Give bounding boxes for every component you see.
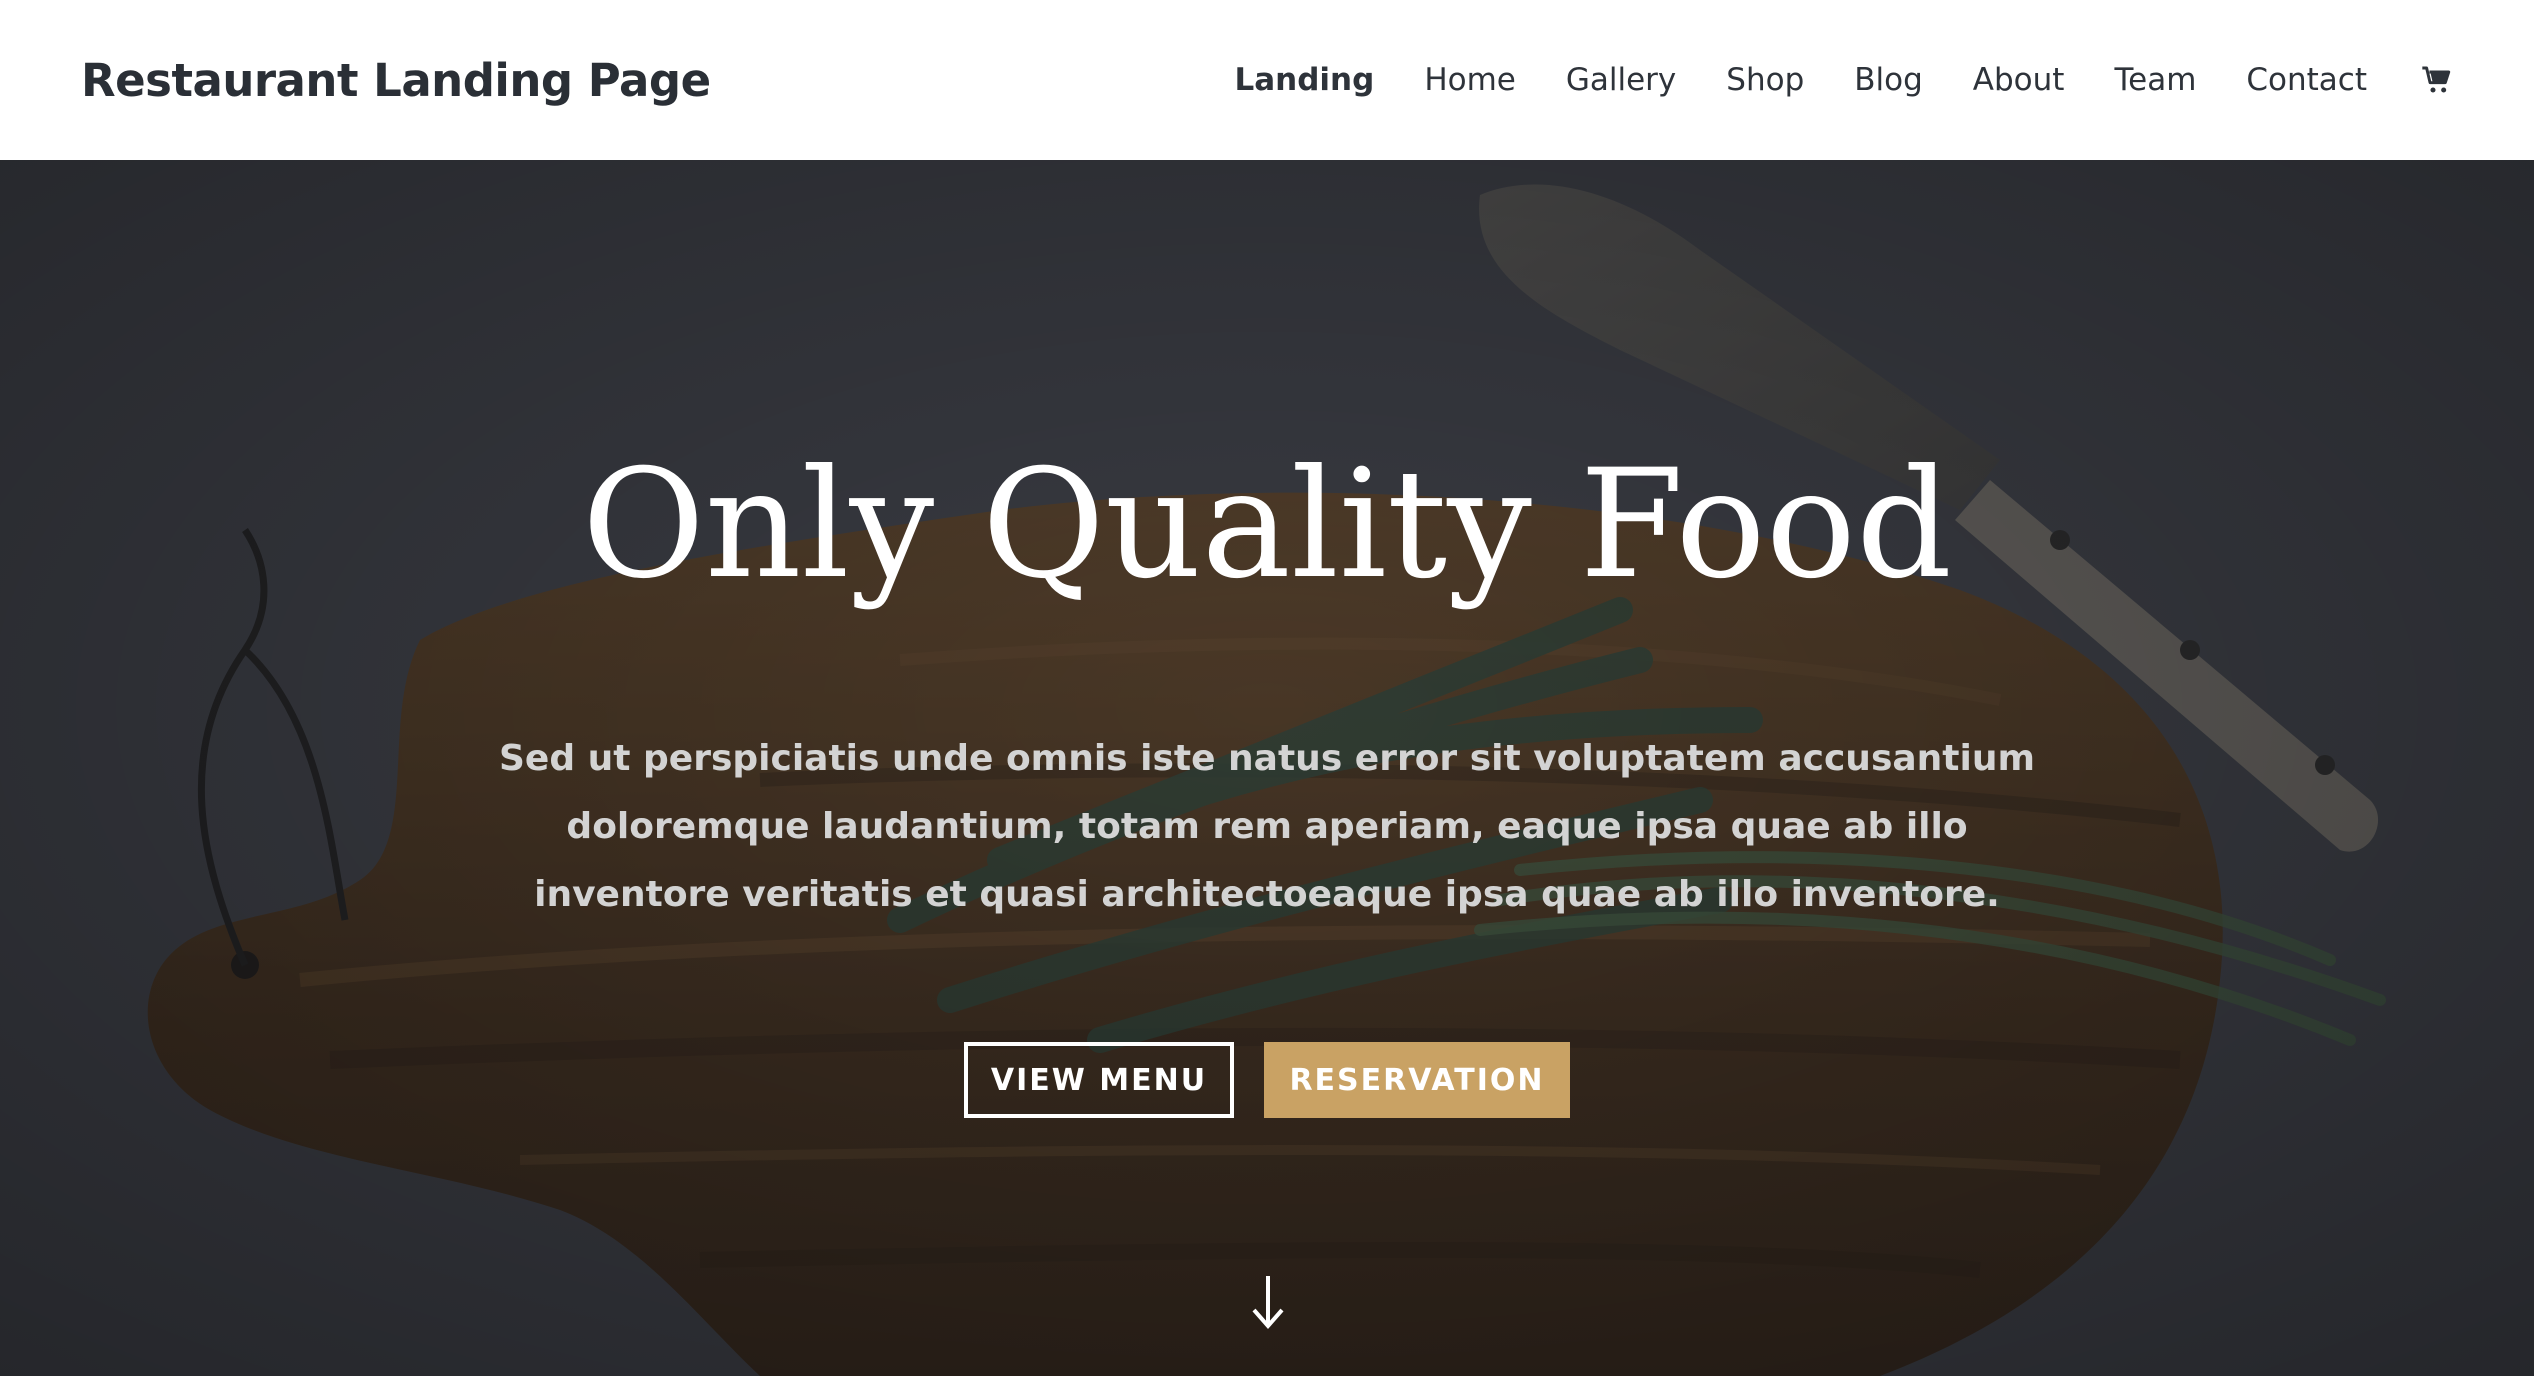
nav-item-contact[interactable]: Contact <box>2246 62 2367 98</box>
nav-item-about[interactable]: About <box>1973 62 2065 98</box>
hero-buttons: VIEW MENU RESERVATION <box>964 1042 1570 1118</box>
site-title[interactable]: Restaurant Landing Page <box>81 54 711 107</box>
view-menu-button[interactable]: VIEW MENU <box>964 1042 1234 1118</box>
hero-title: Only Quality Food <box>581 438 1953 612</box>
hero-description: Sed ut perspiciatis unde omnis iste natu… <box>499 738 2035 915</box>
site-header: Restaurant Landing Page Landing Home Gal… <box>0 0 2534 160</box>
nav-item-gallery[interactable]: Gallery <box>1566 62 1676 98</box>
main-nav: Landing Home Gallery Shop Blog About Tea… <box>1234 62 2453 98</box>
hero-content: Only Quality Food Sed ut perspiciatis un… <box>0 160 2534 1376</box>
hero-section: Only Quality Food Sed ut perspiciatis un… <box>0 160 2534 1376</box>
nav-item-home[interactable]: Home <box>1424 62 1516 98</box>
reservation-button[interactable]: RESERVATION <box>1264 1042 1570 1118</box>
nav-item-blog[interactable]: Blog <box>1854 62 1923 98</box>
nav-item-shop[interactable]: Shop <box>1726 62 1804 98</box>
cart-icon[interactable] <box>2421 64 2453 96</box>
nav-item-team[interactable]: Team <box>2114 62 2196 98</box>
nav-item-landing[interactable]: Landing <box>1234 62 1374 98</box>
arrow-down-icon[interactable] <box>1248 1272 1288 1332</box>
